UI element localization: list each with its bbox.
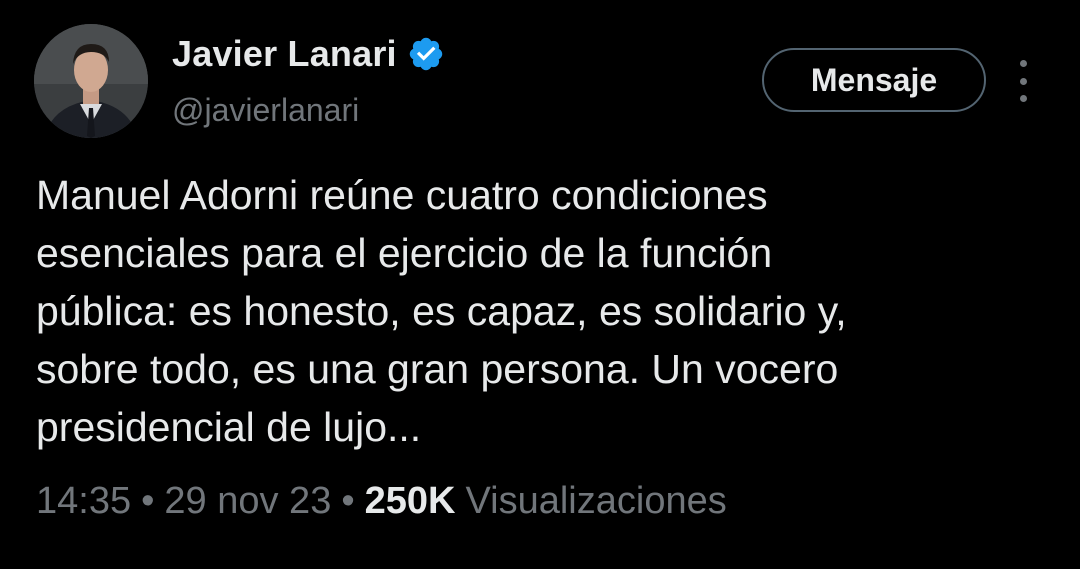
tweet-text: Manuel Adorni reúne cuatro condiciones e… xyxy=(36,172,847,450)
author-handle[interactable]: @javierlanari xyxy=(172,92,359,129)
more-dot xyxy=(1019,60,1027,67)
meta-separator: • xyxy=(141,480,155,522)
message-button[interactable]: Mensaje xyxy=(762,48,986,112)
author-display-name[interactable]: Javier Lanari xyxy=(172,33,397,75)
more-dot xyxy=(1019,77,1027,85)
verified-badge-icon xyxy=(409,37,442,71)
tweet-time[interactable]: 14:35 xyxy=(36,480,131,523)
tweet-container: Javier Lanari @javierlanari Mensaje Manu… xyxy=(0,0,1080,569)
meta-separator: • xyxy=(341,480,355,522)
author-name-row: Javier Lanari xyxy=(172,30,445,78)
tweet-date[interactable]: 29 nov 23 xyxy=(164,480,331,523)
profile-avatar-icon xyxy=(34,24,148,138)
views-count[interactable]: 250K xyxy=(365,480,456,523)
tweet-meta: 14:35 • 29 nov 23 • 250K Visualizaciones xyxy=(36,480,727,523)
more-dot xyxy=(1019,95,1027,102)
avatar[interactable] xyxy=(34,24,148,138)
views-label[interactable]: Visualizaciones xyxy=(465,480,726,523)
more-options-icon[interactable] xyxy=(1008,60,1038,102)
